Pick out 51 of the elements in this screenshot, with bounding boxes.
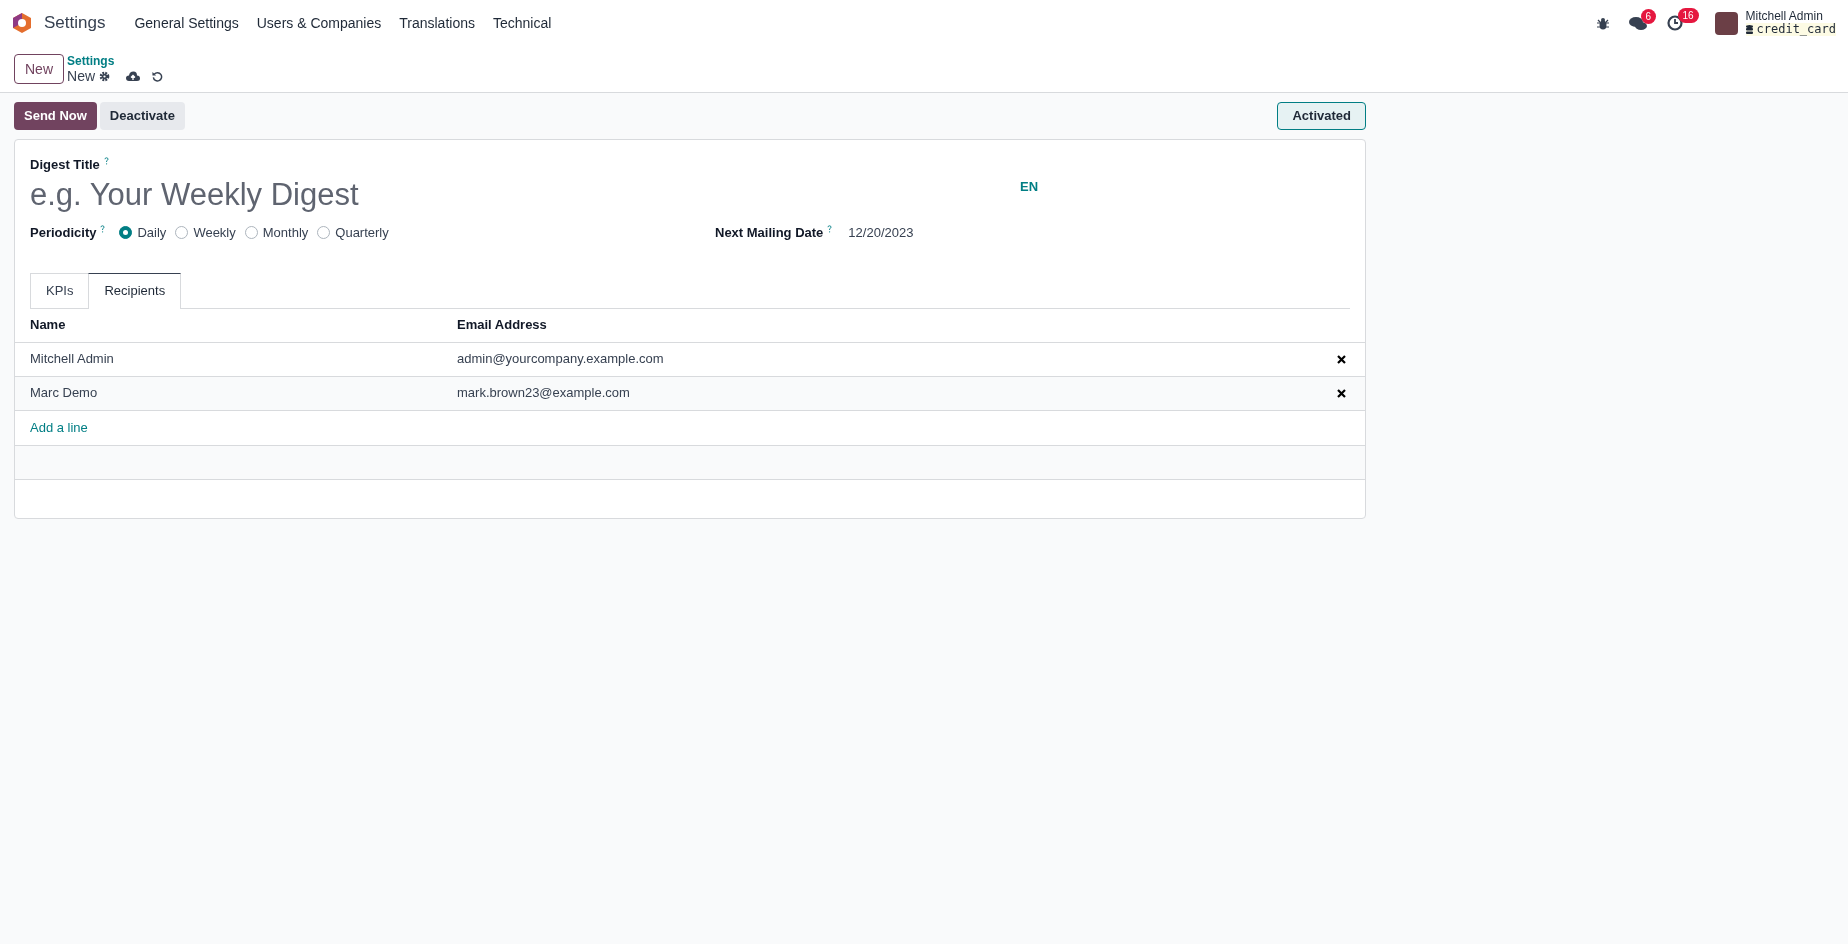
clock-icon[interactable]: [1666, 15, 1683, 31]
new-button[interactable]: New: [14, 54, 64, 84]
activity-count-badge: 16: [1677, 8, 1699, 23]
delete-icon[interactable]: [1337, 354, 1346, 364]
send-now-button[interactable]: Send Now: [14, 102, 97, 130]
gear-icon[interactable]: [99, 71, 111, 82]
menu-item[interactable]: Users & Companies: [247, 12, 391, 34]
app-name[interactable]: Settings: [44, 10, 106, 36]
help-icon: [827, 224, 833, 233]
title-input[interactable]: e.g. Your Weekly Digest: [30, 174, 930, 215]
radio-button[interactable]: [119, 226, 133, 239]
breadcrumb-link[interactable]: Settings: [67, 54, 164, 69]
periodicity-option[interactable]: Quarterly: [317, 222, 389, 243]
user-name[interactable]: Mitchell Admin: [1745, 10, 1836, 23]
field-label: Digest Title: [30, 156, 100, 174]
table-cell-text: Mitchell Admin: [30, 350, 115, 369]
app-logo-icon: [12, 12, 32, 34]
periodicity-option[interactable]: Monthly: [244, 222, 309, 243]
status-badge[interactable]: Activated: [1277, 102, 1366, 130]
undo-icon[interactable]: [152, 71, 164, 82]
database-icon: [1745, 25, 1753, 34]
help-icon: [100, 224, 106, 233]
radio-button[interactable]: [244, 226, 258, 239]
add-line-link[interactable]: Add a line: [30, 417, 88, 438]
menu-item[interactable]: Translations: [390, 12, 484, 34]
menu-item[interactable]: Technical: [484, 12, 561, 34]
column-header[interactable]: Name: [30, 315, 457, 335]
field-label: Next Mailing Date: [715, 223, 824, 242]
menu-item[interactable]: General Settings: [125, 12, 248, 34]
table-row[interactable]: Marc Demo mark.brown23@example.com: [15, 376, 1365, 411]
cloud-upload-icon[interactable]: [126, 71, 141, 82]
table-cell-text: admin@yourcompany.example.com: [457, 350, 665, 369]
field-label: Periodicity: [30, 223, 97, 242]
language-button[interactable]: EN: [1020, 176, 1039, 197]
periodicity-option[interactable]: Weekly: [175, 222, 236, 243]
table-cell-text: mark.brown23@example.com: [457, 384, 631, 403]
radio-button[interactable]: [175, 226, 189, 239]
radio-button[interactable]: [317, 226, 331, 239]
column-header[interactable]: Email Address: [457, 315, 547, 335]
record-name: New: [67, 69, 96, 84]
help-icon: [103, 156, 109, 165]
deactivate-button[interactable]: Deactivate: [99, 102, 185, 130]
bug-icon[interactable]: [1596, 16, 1609, 30]
message-count-badge: 6: [1640, 8, 1657, 24]
delete-icon[interactable]: [1337, 388, 1346, 398]
table-cell-text: Marc Demo: [30, 384, 99, 403]
tab[interactable]: Recipients: [88, 272, 182, 309]
database-name-text: credit_card: [1756, 23, 1836, 36]
user-avatar[interactable]: [1714, 11, 1738, 35]
next-mailing-date: 12/20/2023: [848, 223, 914, 242]
periodicity-option[interactable]: Daily: [119, 222, 167, 243]
